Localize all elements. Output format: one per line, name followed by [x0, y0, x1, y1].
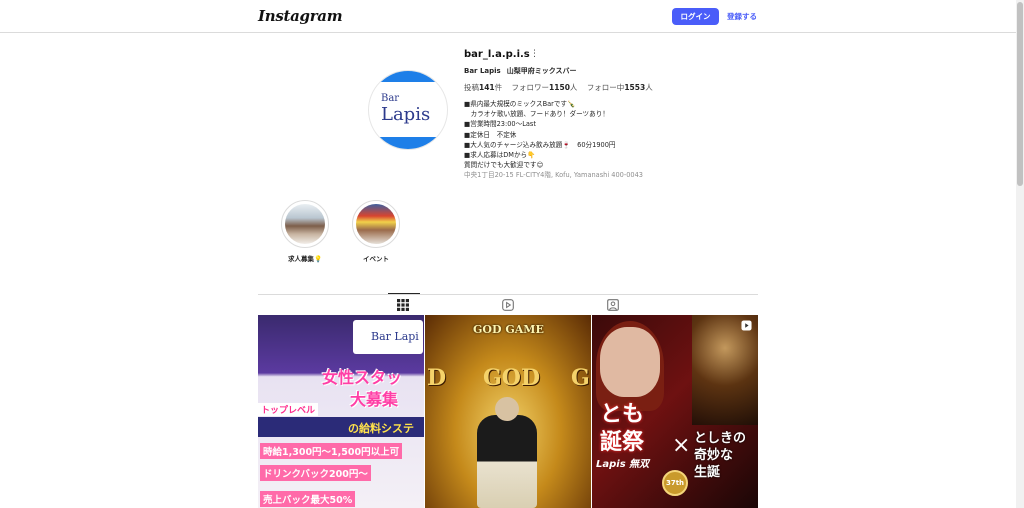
bio-line: ■求人応募はDMから👇: [464, 151, 536, 160]
post-thumbnail[interactable]: GOD GAME D GOD G: [425, 315, 591, 508]
profile-stats: 投稿141件 フォロワー1150人 フォロー中1553人: [464, 82, 660, 93]
avatar-band-bottom: [369, 137, 447, 149]
profile-username: bar_l.a.p.i.s: [464, 49, 530, 60]
bio-line: ■定休日 不定休: [464, 130, 517, 139]
active-tab-indicator: [388, 293, 420, 294]
post-tag: トップレベル: [258, 403, 319, 416]
reels-icon: [502, 299, 514, 311]
tab-tagged[interactable]: [607, 296, 621, 311]
post-right-line: 生誕: [694, 465, 721, 480]
highlight-ring: [352, 200, 400, 248]
tagged-icon: [607, 299, 619, 311]
highlight-label: 求人募集💡: [287, 255, 323, 263]
post-logo-text: Bar Lapi: [371, 330, 419, 343]
bio-line: ■大人気のチャージ込み飲み放題🍷 60分1900円: [464, 140, 616, 149]
login-button[interactable]: ログイン: [672, 8, 719, 25]
post-reel-text: D: [427, 365, 447, 391]
avatar-text-bar: Bar: [381, 93, 400, 104]
highlight-cover: [356, 204, 396, 244]
post-text-line: ドリンクバック200円〜: [260, 465, 371, 481]
highlight-recruit[interactable]: 求人募集💡: [275, 200, 335, 263]
post-headline-line: 誕祭: [600, 429, 645, 455]
post-right-text: としきの 奇妙な 生誕: [694, 430, 746, 481]
post-right-line: としきの: [694, 431, 747, 446]
profile-fullname: Bar Lapis 山梨甲府ミックスバー: [464, 66, 577, 76]
anniversary-badge-text: 37th: [665, 479, 685, 487]
post-headline-line: とも: [600, 401, 645, 427]
bio-line: 質問だけでも大歓迎です😊: [464, 161, 544, 170]
following-count[interactable]: フォロー中1553人: [587, 83, 653, 92]
tab-posts[interactable]: [397, 296, 411, 311]
highlight-ring: [281, 200, 329, 248]
pin-icon: [407, 320, 418, 331]
avatar-band-top: [369, 71, 447, 82]
grid-icon: [397, 299, 409, 311]
bio-line: ■県内最大規模のミックスBarです🍾: [464, 100, 576, 108]
post-headline-line: 大募集: [350, 390, 399, 409]
profile-avatar[interactable]: Bar Lapis: [368, 70, 448, 150]
post-headline: とも 誕祭: [600, 400, 644, 456]
reel-icon: [741, 320, 752, 331]
highlight-cover: [285, 204, 325, 244]
post-lapis-text: Lapis 無双: [596, 459, 650, 470]
profile-bio: ■県内最大規模のミックスBarです🍾 カラオケ歌い放題、フードあり！ダーツあり！…: [464, 99, 643, 181]
scrollbar-thumb[interactable]: [1017, 2, 1023, 186]
post-cross: ×: [672, 433, 691, 458]
profile-category: 山梨甲府ミックスバー: [506, 67, 577, 75]
post-reel-text: G: [571, 365, 590, 391]
post-figure-head: [495, 397, 519, 421]
more-options-icon[interactable]: ⋮: [530, 50, 539, 60]
highlight-label: イベント: [363, 255, 389, 263]
tabs-divider: [258, 294, 758, 295]
followers-count[interactable]: フォロワー1150人: [512, 83, 578, 92]
post-text-line: 売上バック最大50%: [260, 491, 356, 507]
post-band: の給料システ: [258, 417, 424, 437]
bio-line: カラオケ歌い放題、フードあり！ダーツあり！: [464, 110, 609, 119]
bio-line: ■営業時間23:00〜Last: [464, 120, 536, 129]
profile-address[interactable]: 中央1丁目20-15 FL-CITY4階, Kofu, Yamanashi 40…: [464, 170, 643, 180]
post-figure-right: [692, 315, 758, 425]
post-title: GOD GAME: [473, 323, 544, 336]
post-reel-text: GOD: [483, 365, 541, 391]
instagram-logo[interactable]: Instagram: [258, 7, 343, 25]
posts-count: 投稿141件: [464, 83, 503, 92]
post-thumbnail[interactable]: とも 誕祭 × としきの 奇妙な 生誕 Lapis 無双 37th: [592, 315, 758, 508]
post-figure: [477, 415, 537, 508]
post-thumbnail[interactable]: Bar Lapi 女性スタッ 大募集 トップレベル の給料システ 時給1,300…: [258, 315, 424, 508]
post-band-text: の給料システ: [348, 422, 414, 435]
post-headline-line: 女性スタッ: [322, 368, 403, 387]
anniversary-badge: 37th: [662, 470, 688, 496]
signup-link[interactable]: 登録する: [727, 11, 757, 22]
post-right-line: 奇妙な: [694, 448, 734, 463]
profile-name: Bar Lapis: [464, 67, 501, 75]
top-navigation-bar: Instagram ログイン 登録する: [0, 0, 1016, 33]
page-scrollbar[interactable]: [1016, 0, 1024, 508]
post-headline: 女性スタッ 大募集: [322, 367, 402, 411]
post-figure-face: [600, 327, 660, 397]
highlight-event[interactable]: イベント: [346, 200, 406, 263]
avatar-text-lapis: Lapis: [381, 104, 431, 125]
tab-reels[interactable]: [502, 296, 516, 311]
post-text-line: 時給1,300円〜1,500円以上可: [260, 443, 403, 459]
